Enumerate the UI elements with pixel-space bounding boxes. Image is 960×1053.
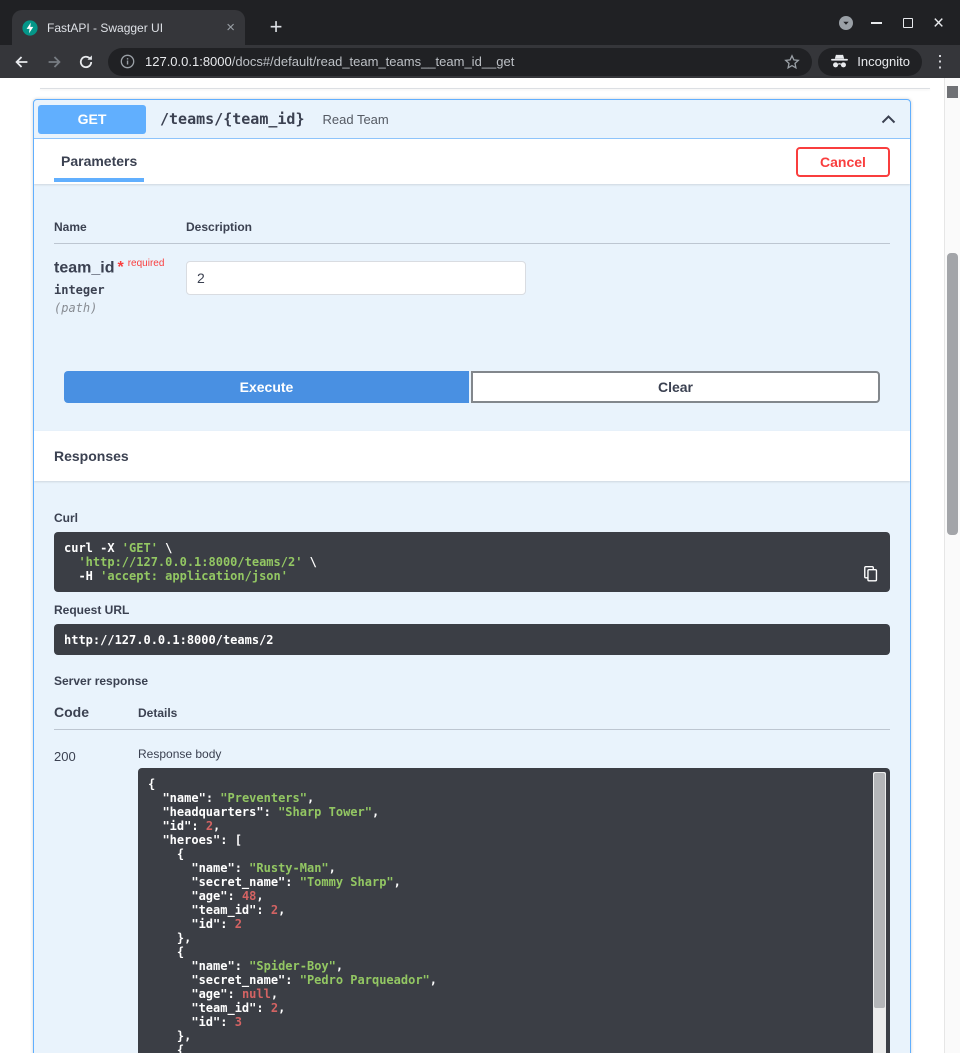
section-divider xyxy=(40,88,930,89)
curl-label: Curl xyxy=(54,511,890,525)
copy-to-clipboard-icon[interactable] xyxy=(858,562,882,584)
column-description-header: Description xyxy=(186,220,252,234)
browser-chrome: FastAPI - Swagger UI × + × 127.0.0.1:800 xyxy=(0,0,960,78)
curl-block: curl -X 'GET' \ 'http://127.0.0.1:8000/t… xyxy=(54,532,890,592)
opblock-get-read-team: GET /teams/{team_id} Read Team Parameter… xyxy=(33,99,911,1053)
browser-toolbar: 127.0.0.1:8000/docs#/default/read_team_t… xyxy=(0,45,960,78)
swagger-page: GET /teams/{team_id} Read Team Parameter… xyxy=(0,78,960,1053)
fastapi-favicon-icon xyxy=(22,20,38,36)
responses-title: Responses xyxy=(54,448,129,464)
tab-search-icon[interactable] xyxy=(830,8,861,38)
collapse-chevron-icon[interactable] xyxy=(881,115,896,124)
endpoint-summary: Read Team xyxy=(323,112,868,127)
execute-row: Execute Clear xyxy=(64,371,880,403)
parameter-type: integer xyxy=(54,283,186,297)
new-tab-button[interactable]: + xyxy=(262,13,290,41)
responses-header: Responses xyxy=(34,431,910,481)
tab-strip: FastAPI - Swagger UI × + × xyxy=(0,0,960,45)
endpoint-path: /teams/{team_id} xyxy=(160,110,305,128)
reload-button[interactable] xyxy=(70,48,102,76)
required-star: * xyxy=(117,259,123,276)
status-code: 200 xyxy=(54,747,138,1053)
cancel-button[interactable]: Cancel xyxy=(796,147,890,177)
address-bar[interactable]: 127.0.0.1:8000/docs#/default/read_team_t… xyxy=(108,48,812,76)
clear-button[interactable]: Clear xyxy=(471,371,880,403)
browser-tab[interactable]: FastAPI - Swagger UI × xyxy=(12,10,245,45)
opblock-summary[interactable]: GET /teams/{team_id} Read Team xyxy=(34,100,910,139)
site-info-icon[interactable] xyxy=(120,54,135,69)
page-scrollbar[interactable] xyxy=(944,78,960,1053)
response-scrollbar-thumb[interactable] xyxy=(874,773,885,1008)
close-window-button[interactable]: × xyxy=(923,8,954,38)
incognito-badge: Incognito xyxy=(818,48,922,76)
details-column-header: Details xyxy=(138,706,177,720)
required-label: required xyxy=(128,258,165,269)
responses-body: Curl curl -X 'GET' \ 'http://127.0.0.1:8… xyxy=(34,481,910,1053)
parameters-table-head: Name Description xyxy=(54,220,890,244)
tab-close-icon[interactable]: × xyxy=(226,20,235,35)
forward-button[interactable] xyxy=(38,48,70,76)
team-id-input[interactable] xyxy=(186,261,526,295)
request-url-value: http://127.0.0.1:8000/teams/2 xyxy=(54,624,890,655)
parameter-location: (path) xyxy=(54,301,186,315)
column-name-header: Name xyxy=(54,220,186,234)
parameter-value-cell xyxy=(186,258,526,315)
response-body-label: Response body xyxy=(138,747,890,761)
bookmark-star-icon[interactable] xyxy=(784,54,800,70)
parameter-row: team_id*required integer (path) xyxy=(54,244,890,315)
tab-title: FastAPI - Swagger UI xyxy=(47,21,217,35)
response-body-json: { "name": "Preventers", "headquarters": … xyxy=(138,768,890,1053)
menu-kebab-icon[interactable]: ⋮ xyxy=(926,52,954,72)
incognito-label: Incognito xyxy=(857,54,910,69)
parameter-meta: team_id*required integer (path) xyxy=(54,258,186,315)
parameter-name: team_id*required xyxy=(54,258,186,277)
response-details: Response body { "name": "Preventers", "h… xyxy=(138,747,890,1053)
incognito-icon xyxy=(830,54,849,69)
response-row: 200 Response body { "name": "Preventers"… xyxy=(54,730,890,1053)
request-url-label: Request URL xyxy=(54,603,890,617)
scrollbar-button[interactable] xyxy=(947,86,958,98)
response-table-head: Code Details xyxy=(54,704,890,730)
tab-parameters[interactable]: Parameters xyxy=(54,141,144,182)
response-scrollbar[interactable] xyxy=(873,772,886,1053)
parameters-body: Name Description team_id*required intege… xyxy=(34,184,910,431)
minimize-button[interactable] xyxy=(861,8,892,38)
response-body-block: { "name": "Preventers", "headquarters": … xyxy=(138,768,890,1053)
parameters-header: Parameters Cancel xyxy=(34,139,910,184)
server-response-label: Server response xyxy=(54,674,890,688)
execute-button[interactable]: Execute xyxy=(64,371,469,403)
curl-command: curl -X 'GET' \ 'http://127.0.0.1:8000/t… xyxy=(54,532,890,592)
method-badge: GET xyxy=(38,105,146,134)
scrollbar-thumb[interactable] xyxy=(947,253,958,535)
maximize-button[interactable] xyxy=(892,8,923,38)
window-controls: × xyxy=(830,8,954,38)
back-button[interactable] xyxy=(6,48,38,76)
code-column-header: Code xyxy=(54,704,138,720)
url-text[interactable]: 127.0.0.1:8000/docs#/default/read_team_t… xyxy=(145,54,774,69)
